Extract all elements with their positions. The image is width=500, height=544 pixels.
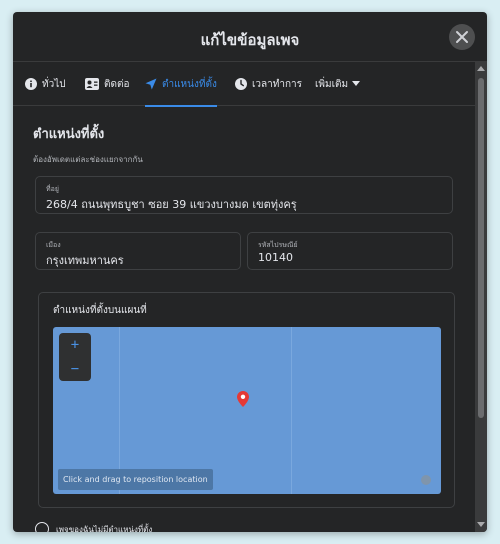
address-value: 268/4 ถนนพุทธบูชา ซอย 39 แขวงบางมด เขตทุ… [46,198,297,211]
map-canvas[interactable]: + − Click and drag to reposition locatio… [53,327,441,494]
map-gridline [291,327,292,494]
tab-more-label: เพิ่มเติม [315,78,349,90]
zip-field[interactable]: รหัสไปรษณีย์ 10140 [247,232,453,270]
location-pin-icon[interactable] [237,391,249,411]
zoom-in-button[interactable]: + [59,333,91,357]
tab-location[interactable]: ตำแหน่งที่ตั้ง [145,62,217,107]
map-drag-hint: Click and drag to reposition location [58,469,213,490]
caret-down-icon [352,81,361,87]
zoom-controls: + − [59,333,91,381]
clock-icon [235,78,247,90]
address-field[interactable]: ที่อยู่ 268/4 ถนนพุทธบูชา ซอย 39 แขวงบาง… [35,176,453,214]
location-arrow-icon [145,78,157,90]
zip-label: รหัสไปรษณีย์ [258,241,298,249]
dialog-header: แก้ไขข้อมูลเพจ [13,12,487,62]
zoom-out-button[interactable]: − [59,357,91,381]
section-subtitle: ต้องอัพเดตแต่ละช่องแยกจากกัน [33,155,143,164]
city-field[interactable]: เมือง กรุงเทพมหานคร [35,232,241,270]
location-section: ตำแหน่งที่ตั้ง ต้องอัพเดตแต่ละช่องแยกจาก… [13,106,475,532]
city-value: กรุงเทพมหานคร [46,254,124,267]
no-location-radio[interactable] [35,522,49,532]
close-icon [456,31,468,43]
no-location-option[interactable]: เพจของฉันไม่มีตำแหน่งที่ตั้ง [35,522,152,532]
tab-more[interactable]: เพิ่มเติม [315,62,365,106]
tab-general-label: ทั่วไป [42,78,66,90]
zip-value: 10140 [258,251,293,264]
scrollbar[interactable] [475,62,487,532]
tab-hours[interactable]: เวลาทำการ [235,62,302,106]
close-button[interactable] [449,24,475,50]
city-label: เมือง [46,241,61,249]
tab-contact-label: ติดต่อ [104,78,130,90]
map-attribution-dot [421,475,431,485]
tab-hours-label: เวลาทำการ [252,78,303,90]
map-title: ตำแหน่งที่ตั้งบนแผนที่ [53,305,147,316]
scrollbar-thumb[interactable] [478,78,484,418]
tab-general[interactable]: ทั่วไป [25,62,66,106]
tab-bar: ทั่วไป ติดต่อ ตำแหน่งที่ตั้ง เวลาทำการ เ… [13,62,475,107]
map-section: ตำแหน่งที่ตั้งบนแผนที่ + − Click and dra… [38,292,455,508]
info-icon [25,78,37,90]
edit-page-info-dialog: แก้ไขข้อมูลเพจ ทั่วไป ติดต่อ ตำแหน่งที่ต… [13,12,487,532]
dialog-title: แก้ไขข้อมูลเพจ [200,31,300,49]
contact-card-icon [85,78,99,90]
no-location-label: เพจของฉันไม่มีตำแหน่งที่ตั้ง [56,524,153,533]
section-title: ตำแหน่งที่ตั้ง [33,127,105,142]
scroll-down-icon[interactable] [477,522,485,528]
address-label: ที่อยู่ [46,185,59,193]
tab-location-label: ตำแหน่งที่ตั้ง [162,78,217,90]
scroll-up-icon[interactable] [477,66,485,72]
tab-contact[interactable]: ติดต่อ [85,62,130,106]
